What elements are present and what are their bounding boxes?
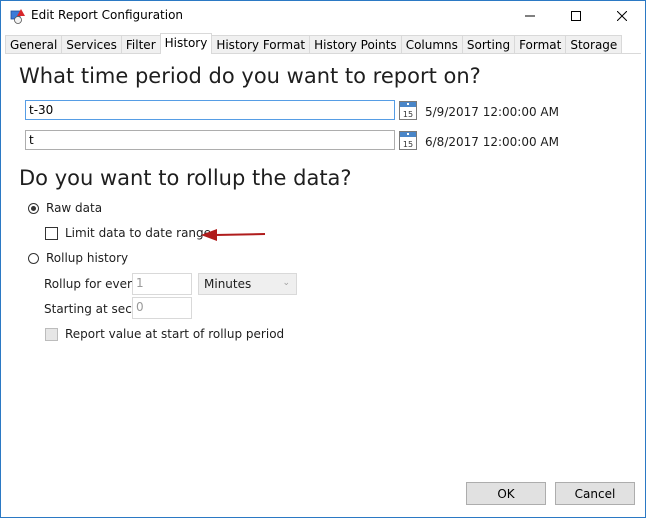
tab-history-points[interactable]: History Points [309,35,402,54]
checkbox[interactable] [45,226,58,240]
rollup-unit-value: Minutes [204,277,252,291]
tab-filter[interactable]: Filter [120,35,161,54]
svg-text:15: 15 [403,140,413,149]
rollup-heading: Do you want to rollup the data? [19,166,352,190]
tab-general[interactable]: General [5,35,63,54]
tab-divider [5,53,641,54]
starting-at-label: Starting at second [44,302,132,316]
minimize-icon [525,15,535,17]
calendar-icon[interactable]: 15 [399,131,417,150]
tab-columns[interactable]: Columns [400,35,463,54]
minimize-button[interactable] [507,1,553,31]
start-time-input[interactable] [25,100,395,120]
tab-sorting[interactable]: Sorting [461,35,516,54]
starting-at-input[interactable]: 0 [132,297,192,319]
time-period-heading: What time period do you want to report o… [19,64,481,88]
end-time-resolved: 6/8/2017 12:00:00 AM [425,135,559,149]
tab-storage[interactable]: Storage [565,35,623,54]
end-time-input[interactable] [25,130,395,150]
close-button[interactable] [599,1,645,31]
checkbox-disabled[interactable] [45,327,58,341]
ok-button[interactable]: OK [466,482,546,505]
close-icon [617,11,627,21]
tab-strip: General Services Filter History History … [5,33,623,54]
tab-history-format[interactable]: History Format [211,35,311,54]
edit-report-configuration-dialog: Edit Report Configuration General Servic… [0,0,646,518]
tab-history[interactable]: History [159,33,213,54]
cancel-button[interactable]: Cancel [555,482,635,505]
tab-format[interactable]: Format [514,35,567,54]
limit-date-range-label: Limit data to date range [65,226,212,240]
rollup-history-label: Rollup history [46,251,129,265]
maximize-icon [571,11,581,21]
raw-data-label: Raw data [46,201,103,215]
rollup-every-input[interactable]: 1 [132,273,192,295]
title-bar: Edit Report Configuration [1,1,645,31]
report-start-value-label: Report value at start of rollup period [65,327,285,341]
radio-button[interactable] [28,252,39,264]
radio-button-selected[interactable] [28,202,39,214]
calendar-icon[interactable]: 15 [399,101,417,120]
rollup-unit-dropdown[interactable]: Minutes ⌄ [198,273,297,295]
svg-text:15: 15 [403,110,413,119]
rollup-every-label: Rollup for every [44,277,140,291]
window-title: Edit Report Configuration [31,8,184,22]
limit-date-range-checkbox[interactable]: Limit data to date range [45,226,211,240]
report-start-value-checkbox[interactable]: Report value at start of rollup period [45,327,284,341]
rollup-history-radio[interactable]: Rollup history [28,251,128,265]
maximize-button[interactable] [553,1,599,31]
start-time-resolved: 5/9/2017 12:00:00 AM [425,105,559,119]
tab-services[interactable]: Services [61,35,122,54]
raw-data-radio[interactable]: Raw data [28,201,102,215]
annotation-arrow-icon [201,229,266,241]
report-config-icon [10,9,25,24]
chevron-down-icon: ⌄ [282,278,290,288]
